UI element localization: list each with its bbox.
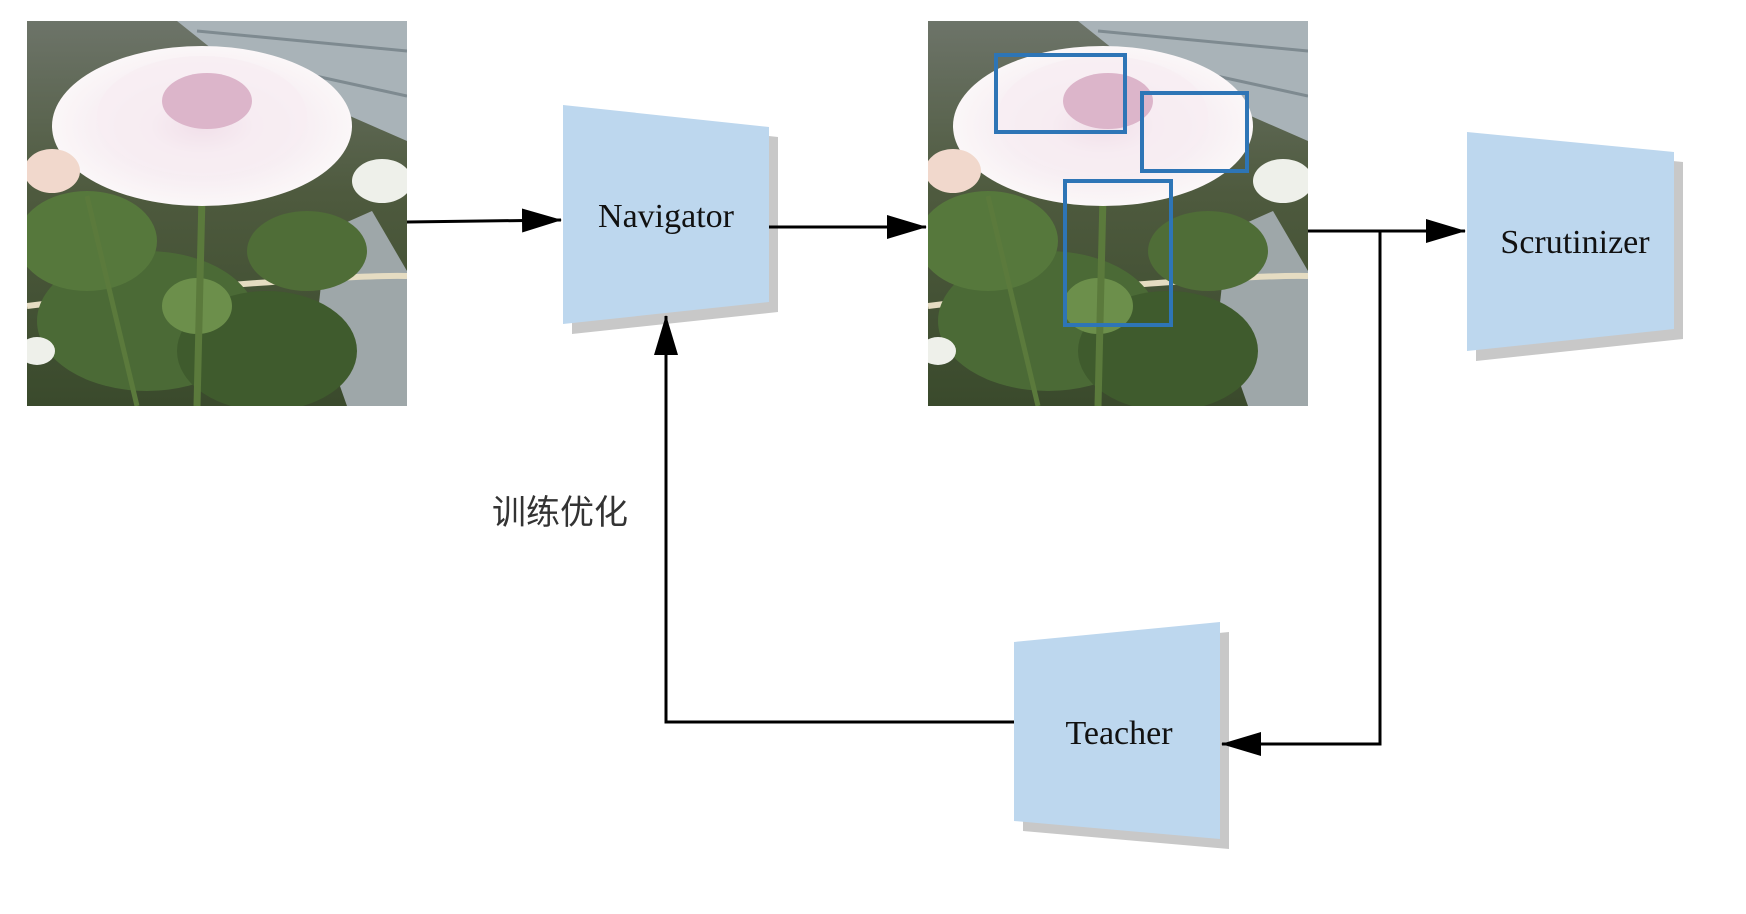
navigator-label: Navigator (598, 198, 735, 235)
input-image (17, 21, 412, 411)
arrow-input-to-navigator (406, 208, 562, 233)
feedback-label: 训练优化 (492, 493, 628, 533)
scrutinizer-label: Scrutinizer (1500, 224, 1650, 261)
teacher-module: Teacher (1014, 622, 1229, 849)
proposal-image (918, 21, 1313, 411)
teacher-label: Teacher (1065, 715, 1173, 752)
navigator-module: Navigator (563, 105, 778, 334)
scrutinizer-module: Scrutinizer (1467, 132, 1683, 361)
diagram-canvas: Navigator Scrutinizer Teacher 训练优化 (0, 0, 1746, 914)
diagram-svg: Navigator Scrutinizer Teacher 训练优化 (0, 0, 1683, 849)
